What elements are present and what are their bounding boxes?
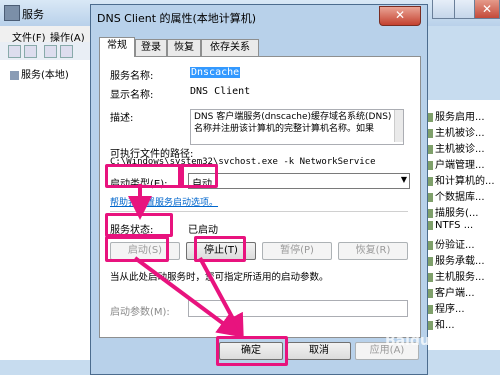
watermark: Baidu 经验: [385, 333, 463, 349]
arrow-to-ok-from-stop: [198, 257, 244, 339]
tab-general[interactable]: 常规: [99, 37, 135, 57]
annotation-arrows: [128, 184, 244, 339]
